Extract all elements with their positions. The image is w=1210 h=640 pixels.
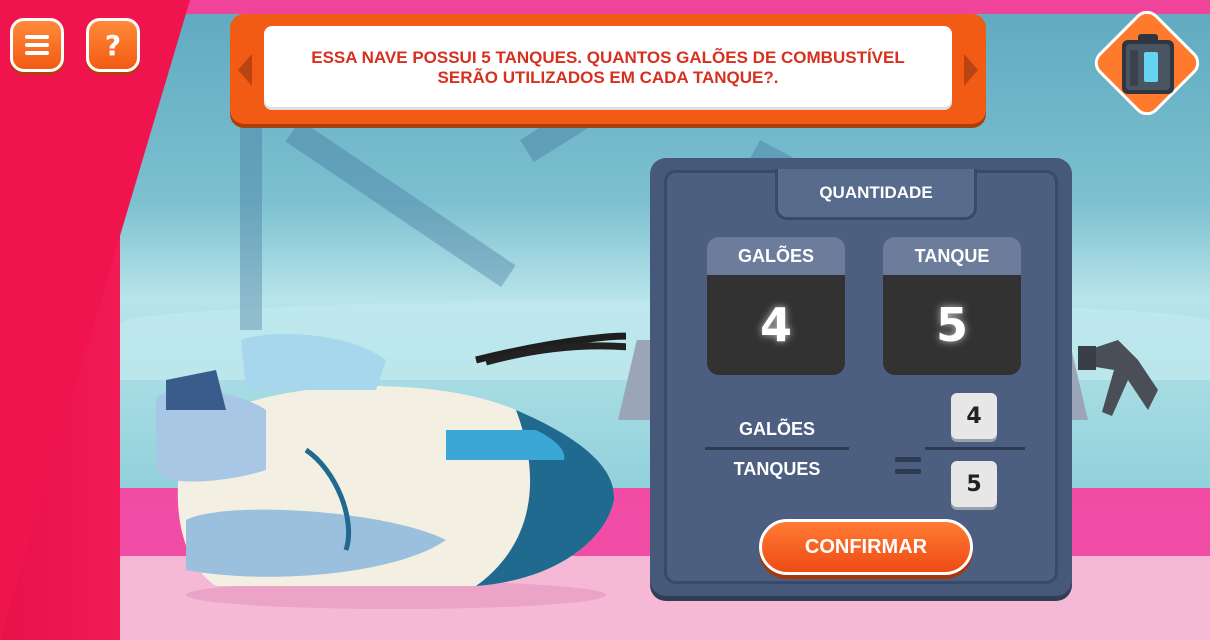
help-button[interactable]: ? [86,18,140,72]
help-icon: ? [104,28,122,62]
question-text: ESSA NAVE POSSUI 5 TANQUES. QUANTOS GALÕ… [311,48,905,88]
tank-value: 5 [883,275,1021,375]
tank-display: TANQUE 5 [883,237,1021,375]
tank-label: TANQUE [883,237,1021,275]
hamburger-menu-icon [25,31,49,59]
question-box: ESSA NAVE POSSUI 5 TANQUES. QUANTOS GALÕ… [264,26,952,110]
question-line-1: ESSA NAVE POSSUI 5 TANQUES. QUANTOS GALÕ… [311,48,905,67]
question-line-2: SERÃO UTILIZADOS EM CADA TANQUE?. [437,68,779,87]
fraction-numerator-label: GALÕES [738,419,815,439]
banner-right-arrow-icon [964,54,978,86]
quantity-panel-inner: QUANTIDADE GALÕES 4 TANQUE 5 GALÕES TANQ… [664,169,1058,584]
fuel-nozzle-icon [1078,340,1158,416]
gallons-display: GALÕES 4 [707,237,845,375]
gallons-label: GALÕES [707,237,845,275]
fraction-bar-left [705,447,849,450]
fuel-canister-icon [1122,34,1174,94]
menu-button[interactable] [10,18,64,72]
quantity-panel: QUANTIDADE GALÕES 4 TANQUE 5 GALÕES TANQ… [650,158,1072,596]
equals-icon [895,457,921,481]
fraction-numerator-input[interactable]: 4 [951,393,997,439]
fraction-denominator-label: TANQUES [733,459,821,479]
panel-title: QUANTIDADE [775,169,977,220]
fraction-bar-right [925,447,1025,450]
question-banner: ESSA NAVE POSSUI 5 TANQUES. QUANTOS GALÕ… [230,14,986,124]
fraction-denominator-input[interactable]: 5 [951,461,997,507]
background-beam [240,110,262,330]
banner-left-arrow-icon [238,54,252,86]
spaceship [156,332,626,609]
confirm-button[interactable]: CONFIRMAR [759,519,973,575]
gallons-value: 4 [707,275,845,375]
